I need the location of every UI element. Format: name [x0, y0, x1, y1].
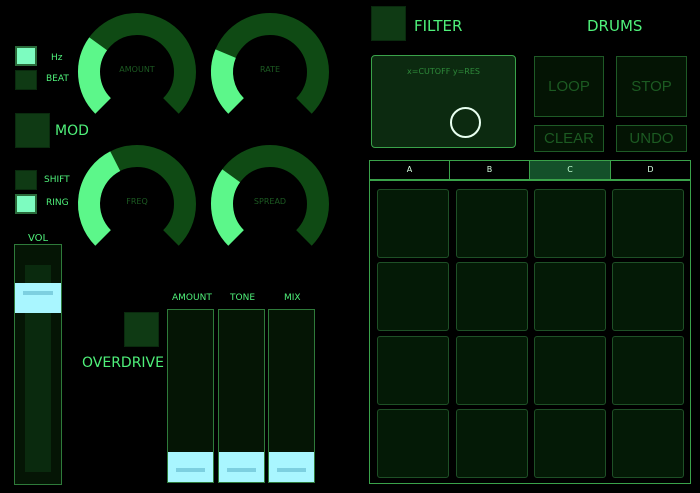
clear-button[interactable]: CLEAR: [534, 125, 604, 152]
tab-b[interactable]: B: [449, 160, 530, 180]
drum-pad[interactable]: [456, 189, 528, 258]
shift-label: SHIFT: [44, 175, 70, 185]
mod-toggle[interactable]: [15, 113, 50, 148]
drum-pad-grid: [369, 180, 691, 484]
filter-toggle[interactable]: [371, 6, 406, 41]
drum-pad[interactable]: [377, 336, 449, 405]
stop-button[interactable]: STOP: [616, 56, 687, 117]
od-amount-slider[interactable]: [167, 309, 214, 483]
spread-knob-label: SPREAD: [253, 197, 287, 206]
volume-handle[interactable]: [15, 282, 61, 313]
od-tone-slider[interactable]: [218, 309, 265, 483]
drum-pad[interactable]: [534, 409, 606, 478]
filter-xy-pad[interactable]: x=CUTOFF y=RES: [371, 55, 516, 148]
filter-label: FILTER: [414, 17, 463, 35]
loop-button[interactable]: LOOP: [534, 56, 604, 117]
undo-button[interactable]: UNDO: [616, 125, 687, 152]
shift-toggle[interactable]: [15, 170, 37, 190]
drum-pad[interactable]: [612, 409, 684, 478]
od-tone-handle[interactable]: [219, 452, 264, 482]
drum-pad[interactable]: [456, 336, 528, 405]
xy-pad-cursor[interactable]: [450, 107, 481, 138]
drum-pad[interactable]: [612, 262, 684, 331]
drum-pad[interactable]: [534, 336, 606, 405]
rate-knob-label: RATE: [259, 65, 281, 74]
hz-toggle[interactable]: [15, 46, 37, 66]
drum-pad[interactable]: [377, 189, 449, 258]
drum-pad[interactable]: [612, 189, 684, 258]
tab-d[interactable]: D: [610, 160, 691, 180]
rate-knob[interactable]: RATE: [208, 10, 332, 134]
beat-label: BEAT: [46, 74, 69, 84]
drum-pad[interactable]: [534, 189, 606, 258]
spread-knob[interactable]: SPREAD: [208, 142, 332, 266]
od-mix-label: MIX: [284, 293, 301, 303]
drum-pad[interactable]: [377, 262, 449, 331]
ring-toggle[interactable]: [15, 194, 37, 214]
drum-pad[interactable]: [534, 262, 606, 331]
amount-knob[interactable]: AMOUNT: [75, 10, 199, 134]
drum-pad[interactable]: [456, 409, 528, 478]
ring-label: RING: [46, 198, 69, 208]
freq-knob[interactable]: FREQ: [75, 142, 199, 266]
beat-toggle[interactable]: [15, 70, 37, 90]
tab-a[interactable]: A: [369, 160, 450, 180]
hz-label: Hz: [51, 53, 63, 63]
drums-label: DRUMS: [587, 17, 643, 35]
drum-pad[interactable]: [456, 262, 528, 331]
od-tone-label: TONE: [230, 293, 256, 303]
od-mix-slider[interactable]: [268, 309, 315, 483]
od-amount-label: AMOUNT: [172, 293, 212, 303]
amount-knob-label: AMOUNT: [119, 65, 155, 74]
drum-pad[interactable]: [612, 336, 684, 405]
volume-slider[interactable]: [14, 244, 62, 485]
xy-pad-hint: x=CUTOFF y=RES: [407, 67, 480, 76]
od-amount-handle[interactable]: [168, 452, 213, 482]
overdrive-toggle[interactable]: [124, 312, 159, 347]
freq-knob-label: FREQ: [126, 197, 148, 206]
tab-c[interactable]: C: [529, 160, 611, 180]
drum-pad[interactable]: [377, 409, 449, 478]
overdrive-label: OVERDRIVE: [82, 355, 164, 371]
vol-label: VOL: [28, 233, 49, 244]
od-mix-handle[interactable]: [269, 452, 314, 482]
